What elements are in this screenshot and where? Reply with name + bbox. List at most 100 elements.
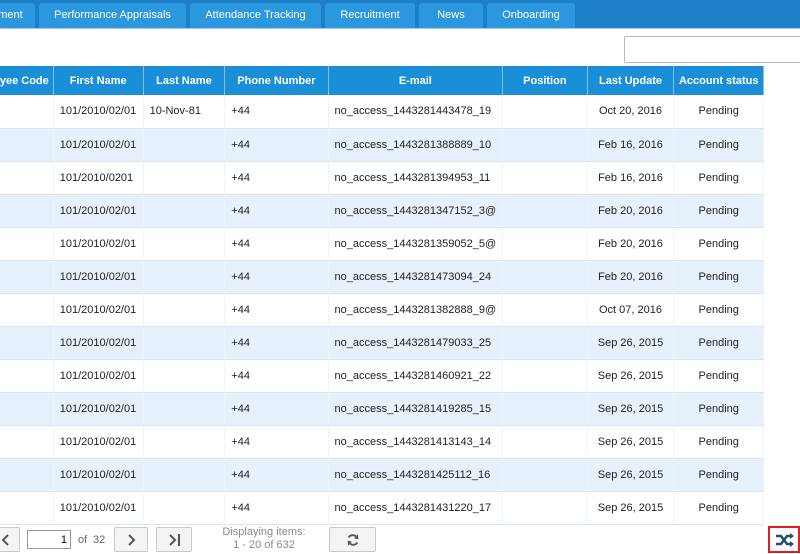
table-row[interactable]: b-81101/2010/02/01 +44no_access_144328146… — [0, 359, 764, 393]
cell-first-name: 101/2010/02/01 — [53, 128, 144, 162]
cell-account-status: Pending — [673, 425, 764, 459]
column-header-account-status[interactable]: Account status — [673, 66, 764, 95]
cell-last-name — [143, 128, 226, 162]
column-header-last-update[interactable]: Last Update — [587, 66, 675, 95]
cell-email: no_access_1443281443478_19 — [328, 95, 504, 129]
shuffle-icon — [776, 533, 794, 547]
table-row[interactable]: ar-85101/2010/02/01 +44no_access_14432813… — [0, 293, 764, 327]
header-row: loyee Code First Name Last Name Phone Nu… — [0, 66, 764, 95]
column-header-email[interactable]: E-mail — [328, 66, 504, 95]
cell-employee-code: -83 — [0, 227, 54, 261]
tab-performance-appraisals[interactable]: Performance Appraisals — [39, 3, 186, 28]
column-header-phone-number[interactable]: Phone Number — [224, 66, 329, 95]
cell-phone-number: +44 — [224, 194, 329, 228]
cell-last-update: Sep 26, 2015 — [587, 326, 675, 360]
tab-onboarding[interactable]: Onboarding — [487, 3, 575, 28]
cell-last-name — [143, 458, 226, 492]
cell-last-update: Feb 16, 2016 — [587, 161, 675, 195]
table-row[interactable]: g-89101/2010/02/01 +44no_access_144328142… — [0, 458, 764, 492]
cell-phone-number: +44 — [224, 293, 329, 327]
table-row[interactable]: -83101/2010/02/01 +44no_access_1443281388… — [0, 128, 764, 162]
cell-first-name: 101/2010/02/01 — [53, 260, 144, 294]
cell-account-status: Pending — [673, 194, 764, 228]
cell-account-status: Pending — [673, 392, 764, 426]
cell-employee-code: -82 — [0, 194, 54, 228]
cell-position — [502, 491, 588, 525]
column-header-position[interactable]: Position — [502, 66, 588, 95]
cell-phone-number: +44 — [224, 425, 329, 459]
cell-last-name — [143, 194, 226, 228]
cell-last-update: Oct 07, 2016 — [587, 293, 675, 327]
cell-email: no_access_1443281413143_14 — [328, 425, 504, 459]
cell-employee-code: -82 — [0, 326, 54, 360]
pagination-bar: of 32 Displaying items: 1 - 20 of 632 — [0, 525, 800, 553]
shuffle-button[interactable] — [768, 526, 800, 553]
table-row[interactable]: -82101/2010/02/01 +44no_access_1443281347… — [0, 194, 764, 228]
cell-account-status: Pending — [673, 161, 764, 195]
last-page-button[interactable] — [156, 527, 192, 552]
cell-last-name: 10-Nov-81 — [143, 95, 226, 129]
cell-first-name: 101/2010/0201 — [53, 161, 144, 195]
table-row[interactable]: ay-80101/2010/02/01 +44no_access_14432814… — [0, 260, 764, 294]
cell-employee-code: -83 — [0, 128, 54, 162]
cell-email: no_access_1443281425112_16 — [328, 458, 504, 492]
cell-last-update: Feb 20, 2016 — [587, 227, 675, 261]
tab-management[interactable]: ment — [0, 3, 35, 28]
chevron-right-icon — [128, 534, 136, 546]
cell-account-status: Pending — [673, 491, 764, 525]
cell-position — [502, 95, 588, 129]
search-input[interactable] — [624, 36, 800, 63]
column-header-employee-code[interactable]: loyee Code — [0, 66, 54, 95]
cell-phone-number: +44 — [224, 95, 329, 129]
cell-account-status: Pending — [673, 293, 764, 327]
table-row[interactable]: b-82101/2010/02/01 +44no_access_144328141… — [0, 425, 764, 459]
display-range: 1 - 20 of 632 — [233, 539, 295, 551]
cell-position — [502, 194, 588, 228]
cell-phone-number: +44 — [224, 359, 329, 393]
cell-last-name — [143, 227, 226, 261]
table-row[interactable]: n-85101/2010/02/01 +44no_access_144328143… — [0, 491, 764, 525]
last-page-icon — [169, 534, 180, 546]
cell-employee-code: b-81 — [0, 359, 54, 393]
next-page-button[interactable] — [114, 527, 148, 552]
cell-email: no_access_1443281460921_22 — [328, 359, 504, 393]
cell-first-name: 101/2010/02/01 — [53, 491, 144, 525]
table-row[interactable]: -82101/2010/02/01 +44no_access_1443281419… — [0, 392, 764, 426]
previous-page-button[interactable] — [0, 527, 20, 552]
grid-toolbar — [0, 28, 800, 66]
cell-phone-number: +44 — [224, 392, 329, 426]
cell-last-name — [143, 491, 226, 525]
cell-employee-code: n-85 — [0, 491, 54, 525]
table-row[interactable]: -82101/2010/02/01 +44no_access_1443281479… — [0, 326, 764, 360]
cell-account-status: Pending — [673, 326, 764, 360]
page-number-input[interactable] — [27, 530, 71, 549]
cell-last-update: Feb 16, 2016 — [587, 128, 675, 162]
cell-first-name: 101/2010/02/01 — [53, 326, 144, 360]
cell-position — [502, 161, 588, 195]
cell-email: no_access_1443281419285_15 — [328, 392, 504, 426]
chevron-left-icon — [1, 534, 9, 546]
cell-last-update: Sep 26, 2015 — [587, 392, 675, 426]
cell-phone-number: +44 — [224, 491, 329, 525]
of-label: of — [78, 534, 88, 546]
cell-last-update: Feb 20, 2016 — [587, 194, 675, 228]
module-tab-bar: ment Performance Appraisals Attendance T… — [0, 0, 800, 28]
tab-recruitment[interactable]: Recruitment — [325, 3, 415, 28]
cell-employee-code: ov-82 — [0, 161, 54, 195]
column-header-last-name[interactable]: Last Name — [143, 66, 226, 95]
refresh-button[interactable] — [329, 527, 376, 552]
cell-first-name: 101/2010/02/01 — [53, 359, 144, 393]
tab-news[interactable]: News — [419, 3, 483, 28]
column-header-first-name[interactable]: First Name — [53, 66, 144, 95]
cell-last-name — [143, 161, 226, 195]
cell-first-name: 101/2010/02/01 — [53, 227, 144, 261]
table-row[interactable]: 101/2010/02/01 10-Nov-81 +44 no_access_1443… — [0, 95, 764, 129]
cell-employee-code: ay-80 — [0, 260, 54, 294]
tab-attendance-tracking[interactable]: Attendance Tracking — [190, 3, 321, 28]
table-row[interactable]: -83101/2010/02/01 +44no_access_1443281359… — [0, 227, 764, 261]
cell-last-name — [143, 392, 226, 426]
cell-email: no_access_1443281388889_10 — [328, 128, 504, 162]
cell-employee-code: -82 — [0, 392, 54, 426]
cell-phone-number: +44 — [224, 161, 329, 195]
table-row[interactable]: ov-82101/2010/0201 +44no_access_144328139… — [0, 161, 764, 195]
